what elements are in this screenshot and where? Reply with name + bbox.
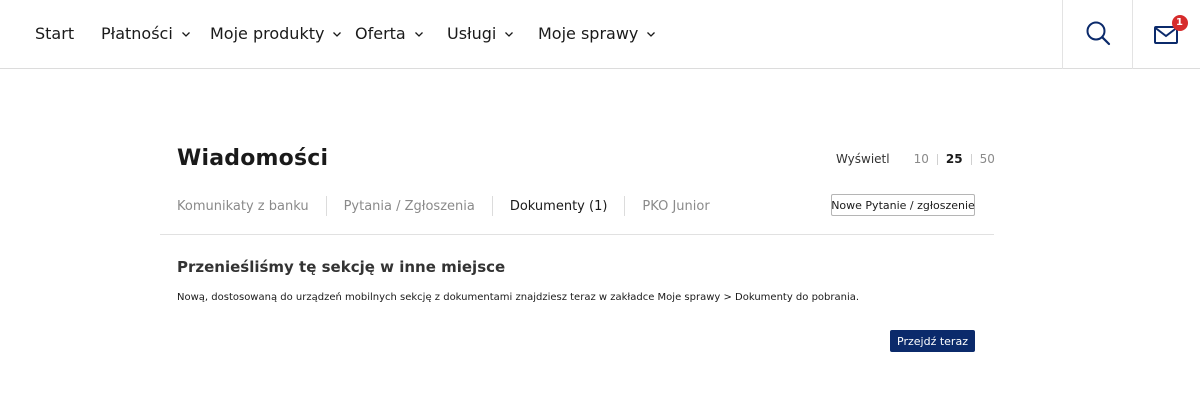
divider	[491, 196, 493, 216]
messages-button[interactable]: 1	[1132, 0, 1200, 69]
top-navigation-bar: Start Płatności Moje produkty Oferta Usł…	[0, 0, 1200, 69]
notification-badge: 1	[1171, 14, 1188, 31]
nav-item-moje-sprawy[interactable]: Moje sprawy	[538, 24, 656, 43]
nav-item-oferta[interactable]: Oferta	[355, 24, 424, 43]
section-title: Przenieśliśmy tę sekcję w inne miejsce	[177, 258, 506, 276]
page-size-option-10[interactable]: 10	[906, 152, 937, 166]
nav-item-uslugi[interactable]: Usługi	[447, 24, 514, 43]
go-now-button[interactable]: Przejdź teraz	[890, 330, 975, 352]
nav-item-label: Moje sprawy	[538, 24, 639, 43]
nav-item-label: Płatności	[101, 24, 173, 43]
new-question-button[interactable]: Nowe Pytanie / zgłoszenie	[831, 194, 975, 216]
nav-item-label: Usługi	[447, 24, 497, 43]
tab-pko-junior[interactable]: PKO Junior	[642, 199, 709, 214]
chevron-down-icon	[414, 29, 424, 39]
message-tabs: Komunikaty z banku Pytania / Zgłoszenia …	[177, 196, 710, 216]
page-title: Wiadomości	[177, 146, 329, 171]
chevron-down-icon	[332, 29, 342, 39]
divider	[325, 196, 327, 216]
nav-item-label: Start	[35, 24, 75, 43]
nav-item-moje-produkty[interactable]: Moje produkty	[210, 24, 342, 43]
chevron-down-icon	[504, 29, 514, 39]
section-description: Nową, dostosowaną do urządzeń mobilnych …	[177, 292, 860, 303]
chevron-down-icon	[646, 29, 656, 39]
tab-pytania-zgloszenia[interactable]: Pytania / Zgłoszenia	[344, 199, 475, 214]
page-size-selector: Wyświetl 10 25 50	[836, 152, 1003, 166]
search-icon	[1085, 20, 1111, 50]
page-size-option-50[interactable]: 50	[972, 152, 1003, 166]
nav-item-start[interactable]: Start	[35, 24, 74, 43]
nav-item-label: Oferta	[355, 24, 406, 43]
nav-item-label: Moje produkty	[210, 24, 325, 43]
page-size-option-25[interactable]: 25	[938, 152, 971, 166]
chevron-down-icon	[181, 29, 191, 39]
tab-komunikaty-z-banku[interactable]: Komunikaty z banku	[177, 199, 309, 214]
nav-item-platnosci[interactable]: Płatności	[101, 24, 191, 43]
divider	[624, 196, 626, 216]
tab-dokumenty[interactable]: Dokumenty (1)	[510, 199, 608, 214]
page-size-label: Wyświetl	[836, 152, 890, 166]
search-button[interactable]	[1062, 0, 1132, 69]
divider	[160, 234, 994, 235]
mail-icon	[1153, 25, 1180, 49]
